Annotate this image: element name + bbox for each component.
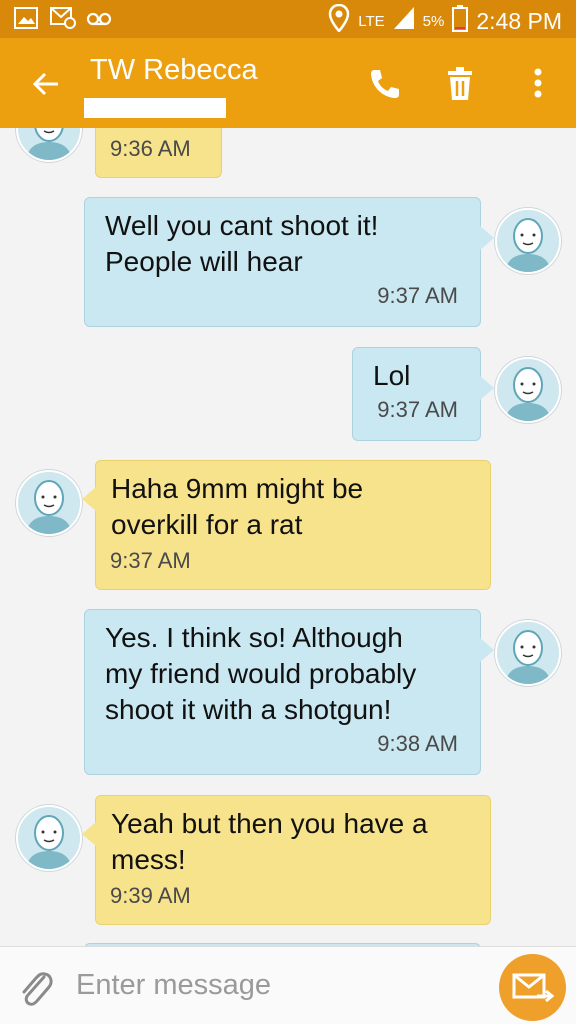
- gallery-icon: [14, 7, 38, 29]
- message-bubble[interactable]: Yes. I think so! Although my friend woul…: [84, 609, 494, 775]
- my-avatar-icon[interactable]: [495, 620, 561, 686]
- contact-avatar-icon[interactable]: [16, 128, 82, 162]
- message-text: Well you cant shoot it! People will hear: [105, 210, 379, 277]
- contact-name: TW Rebecca: [90, 54, 258, 86]
- clock: 2:48 PM: [476, 7, 562, 34]
- back-arrow-icon: [32, 72, 58, 96]
- delete-button[interactable]: [440, 64, 480, 104]
- message-text: Haha 9mm might be overkill for a rat: [111, 473, 364, 540]
- message-bubble[interactable]: Lol 9:37 AM: [352, 347, 494, 441]
- message-bubble[interactable]: Haha 9mm might be overkill for a rat 9:3…: [82, 460, 491, 590]
- message-time: 9:38 AM: [377, 731, 458, 756]
- more-vert-icon: [534, 68, 542, 98]
- back-button[interactable]: [28, 66, 64, 102]
- my-avatar-icon[interactable]: [495, 357, 561, 423]
- message-bubble[interactable]: Well you cant shoot it! People will hear…: [84, 197, 494, 327]
- message-time: 9:37 AM: [377, 397, 458, 422]
- message-time: 9:36 AM: [110, 136, 191, 161]
- my-avatar-icon[interactable]: [495, 208, 561, 274]
- message-text: Yes. I think so! Although my friend woul…: [105, 622, 417, 725]
- message-bubble[interactable]: 9:36 AM: [95, 128, 222, 178]
- message-time: 9:37 AM: [110, 548, 191, 573]
- message-input[interactable]: [76, 961, 476, 1009]
- send-message-icon: [512, 973, 555, 1003]
- more-options-button[interactable]: [518, 64, 558, 104]
- message-text: Yeah but then you have a mess!: [111, 808, 428, 875]
- message-time: 9:37 AM: [377, 283, 458, 308]
- battery-icon: [452, 4, 469, 38]
- contact-avatar-icon[interactable]: [16, 805, 82, 871]
- status-bar: LTE 5% 2:48 PM: [0, 0, 576, 38]
- signal-icon: [393, 6, 415, 36]
- message-bubble[interactable]: Yeah but then you have a mess! 9:39 AM: [82, 795, 491, 925]
- message-time: 9:39 AM: [110, 883, 191, 908]
- mms-icon: [50, 7, 76, 29]
- network-type-label: LTE: [358, 12, 385, 30]
- message-list[interactable]: 9:36 AM Well you cant shoot it! People w…: [0, 128, 576, 946]
- trash-icon: [448, 67, 472, 100]
- app-bar: TW Rebecca: [0, 38, 576, 128]
- composer-bar: [0, 946, 576, 1024]
- attach-button[interactable]: [16, 965, 56, 1009]
- phone-icon: [371, 70, 399, 98]
- contact-avatar-icon[interactable]: [16, 470, 82, 536]
- redacted-phone-number: [84, 98, 226, 118]
- battery-percent: 5%: [422, 12, 445, 30]
- voicemail-icon: [86, 7, 112, 29]
- send-button[interactable]: [499, 954, 566, 1021]
- message-text: Lol: [373, 360, 411, 391]
- location-icon: [328, 3, 350, 38]
- paperclip-icon: [22, 972, 53, 1006]
- call-button[interactable]: [364, 64, 404, 104]
